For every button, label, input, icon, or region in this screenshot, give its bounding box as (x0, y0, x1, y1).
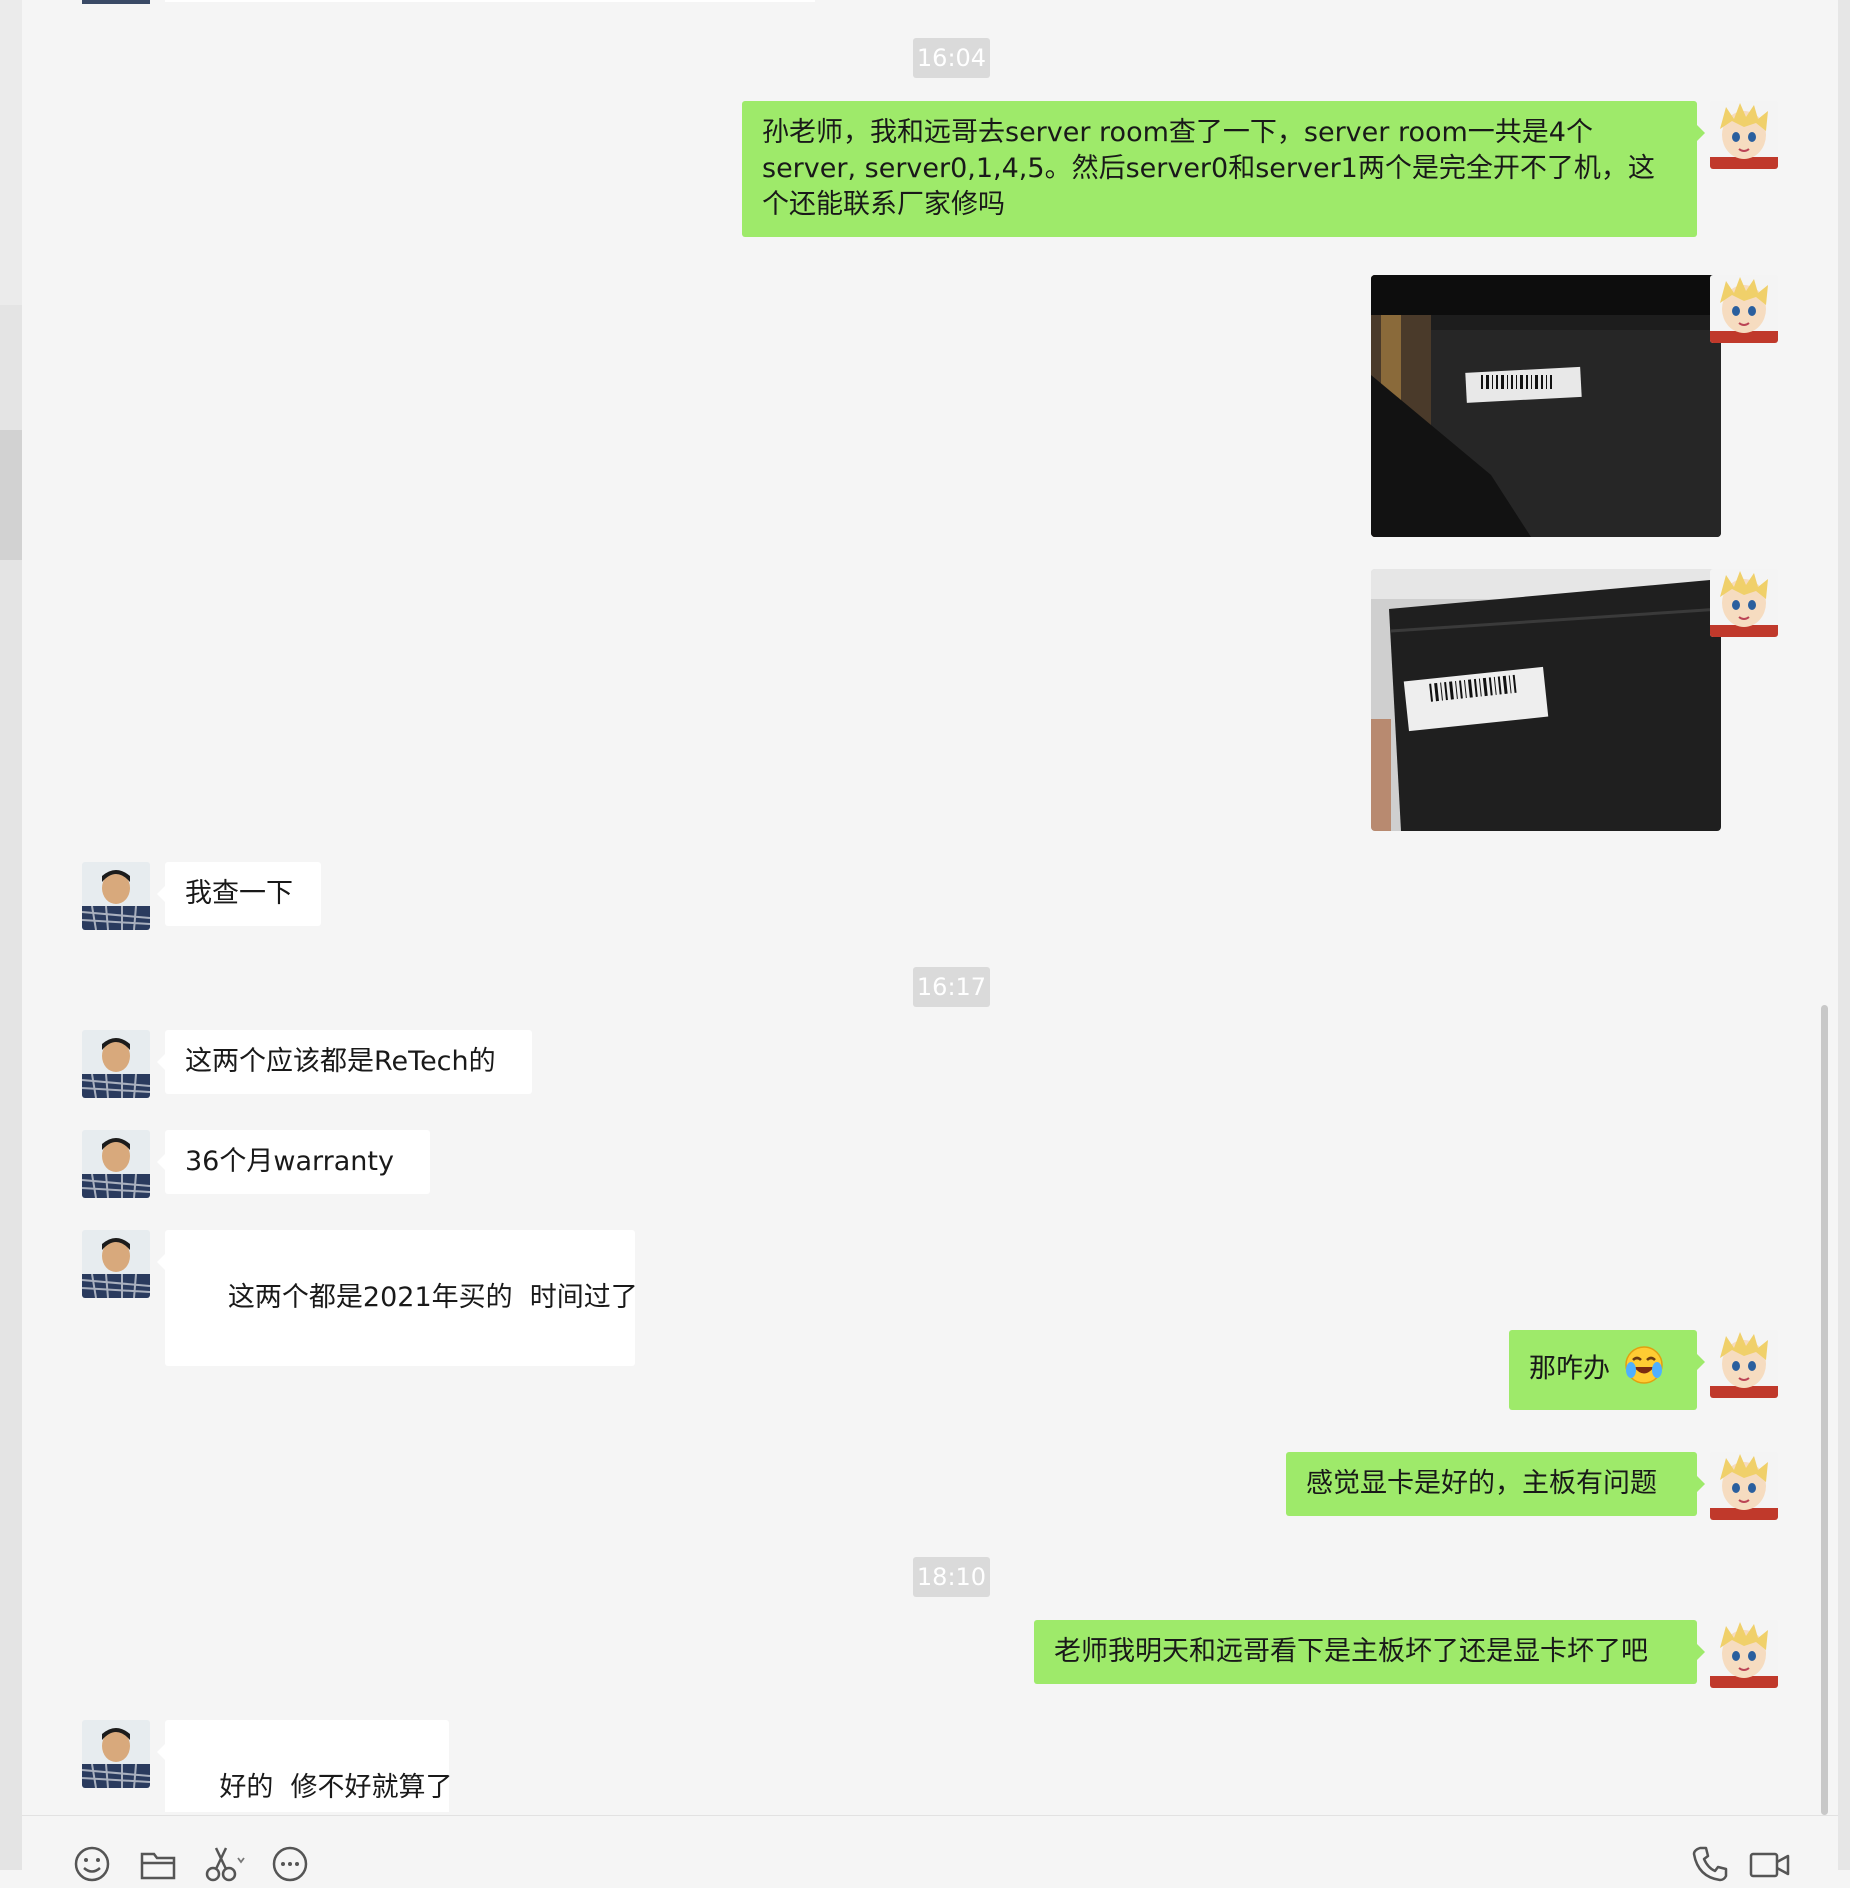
self-avatar-image (1710, 1620, 1778, 1688)
message-bubble-incoming[interactable]: 36个月warranty (157, 1130, 430, 1194)
window-right-edge (1838, 0, 1850, 1870)
left-panel-edge (0, 0, 22, 1870)
chat-scrollbar[interactable] (1821, 1005, 1828, 1815)
message-text: 36个月warranty (185, 1146, 394, 1177)
message-text: 那咋办 (1529, 1353, 1610, 1385)
contact-avatar[interactable] (82, 1720, 150, 1788)
self-avatar-image (1710, 1452, 1778, 1520)
more-icon[interactable] (270, 1844, 310, 1884)
self-avatar[interactable] (1710, 1620, 1778, 1688)
photo-message[interactable] (1371, 275, 1721, 537)
self-avatar-image (1710, 101, 1778, 169)
message-bubble-incoming[interactable]: 好的 修不好就算了 (157, 1720, 453, 1812)
contact-avatar-image (82, 862, 150, 930)
photo-message[interactable] (1371, 569, 1721, 831)
laughing-crying-emoji-icon (1623, 1344, 1665, 1396)
self-avatar[interactable] (1710, 1452, 1778, 1520)
timestamp: 18:10 (913, 1557, 990, 1597)
message-bubble-incoming[interactable]: 这两个都是2021年买的 时间过了 (157, 1230, 638, 1366)
contact-avatar-image (82, 1030, 150, 1098)
folder-icon[interactable] (138, 1844, 178, 1884)
contact-avatar-image (82, 1130, 150, 1198)
chat-area[interactable]: 16:04 孙老师，我和远哥去server room查了一下，server ro… (22, 0, 1829, 1812)
self-avatar[interactable] (1710, 101, 1778, 169)
message-bubble-incoming[interactable]: 我查一下 (157, 862, 321, 926)
self-avatar-image (1710, 1330, 1778, 1398)
message-text: 感觉显卡是好的，主板有问题 (1306, 1468, 1657, 1499)
message-text: 这两个都是2021年买的 时间过了 (219, 1282, 638, 1313)
message-bubble-outgoing[interactable]: 感觉显卡是好的，主板有问题 (1286, 1452, 1705, 1516)
server-photo-image (1371, 569, 1721, 831)
server-photo-image (1371, 275, 1721, 537)
message-bubble-outgoing[interactable]: 老师我明天和远哥看下是主板坏了还是显卡坏了吧 (1034, 1620, 1705, 1684)
message-bubble-outgoing[interactable]: 孙老师，我和远哥去server room查了一下，server room一共是4… (742, 101, 1705, 237)
message-bubble-incoming[interactable]: 这两个应该都是ReTech的 (157, 1030, 532, 1094)
contact-avatar[interactable] (82, 862, 150, 930)
contact-avatar[interactable] (82, 1230, 150, 1298)
contact-avatar[interactable] (82, 1030, 150, 1098)
scissors-icon[interactable] (202, 1844, 245, 1884)
message-text: 孙老师，我和远哥去server room查了一下，server room一共是4… (762, 117, 1655, 220)
message-bubble-incoming (165, 0, 815, 2)
contact-avatar[interactable] (82, 1130, 150, 1198)
phone-icon[interactable] (1690, 1844, 1730, 1884)
self-avatar[interactable] (1710, 275, 1778, 343)
message-text: 我查一下 (185, 878, 293, 909)
message-bubble-outgoing[interactable]: 那咋办 (1509, 1330, 1705, 1410)
self-avatar[interactable] (1710, 569, 1778, 637)
input-toolbar (22, 1815, 1838, 1882)
message-text: 这两个应该都是ReTech的 (185, 1046, 496, 1077)
self-avatar[interactable] (1710, 1330, 1778, 1398)
timestamp: 16:17 (913, 967, 990, 1007)
message-text: 老师我明天和远哥看下是主板坏了还是显卡坏了吧 (1054, 1636, 1648, 1667)
emoji-icon[interactable] (72, 1844, 112, 1884)
message-text: 好的 修不好就算了 (219, 1772, 453, 1803)
self-avatar-image (1710, 275, 1778, 343)
timestamp: 16:04 (913, 38, 990, 78)
video-icon[interactable] (1748, 1844, 1790, 1884)
contact-avatar-image (82, 1230, 150, 1298)
contact-avatar-image (82, 1720, 150, 1788)
self-avatar-image (1710, 569, 1778, 637)
contact-avatar (82, 0, 150, 4)
